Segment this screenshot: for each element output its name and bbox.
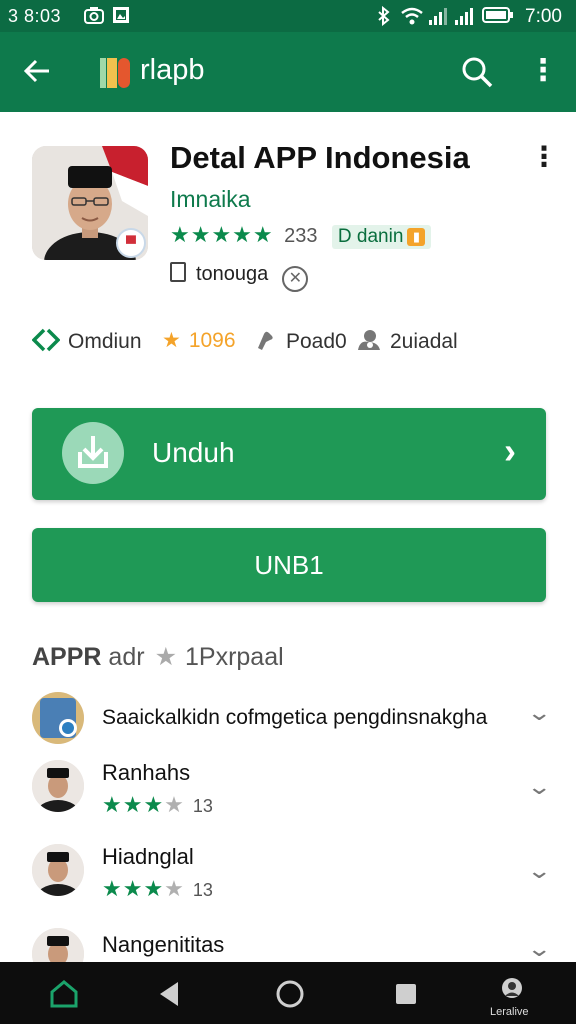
diamond-arrows-icon (31, 328, 61, 354)
stat-3-label: Poad0 (286, 330, 347, 353)
reviews-header-mid: adr (108, 643, 145, 671)
stat-rating-value: 1096 (188, 329, 236, 352)
close-circle-icon[interactable]: ✕ (282, 266, 309, 292)
app-title: Detal APP Indonesia (170, 140, 470, 175)
chip-label: danin (356, 226, 404, 247)
avatar (32, 928, 84, 962)
chevron-down-icon[interactable]: ⌄ (526, 936, 548, 962)
reviews-header-tail: 1Pxrpaal (184, 643, 284, 671)
photo-icon (112, 6, 130, 29)
avatar (32, 692, 84, 744)
developer-name[interactable]: Imnaika (170, 186, 251, 213)
app-options-icon[interactable]: ⋮ (530, 142, 558, 178)
review-item[interactable]: Saaickalkidn cofmgetica pengdinsnakgha ⌄ (32, 692, 552, 762)
chip-prefix: D (337, 226, 352, 247)
star-rating-icon: ★★★★ (102, 876, 185, 901)
bluetooth-icon (376, 5, 392, 31)
home-icon[interactable] (46, 976, 82, 1012)
back-triangle-icon[interactable] (152, 976, 188, 1012)
meta-row: tonouga ✕ (170, 262, 309, 292)
home-circle-icon[interactable] (272, 976, 308, 1012)
reviewer-name: Nangenititas (102, 932, 225, 957)
puzzle-icon (254, 328, 278, 354)
wifi-icon (400, 6, 424, 31)
app-icon: ▀ (32, 146, 148, 260)
stat-3: Poad0 (254, 328, 347, 354)
chevron-down-icon[interactable]: ⌄ (526, 700, 552, 726)
brand-name: rlapb (140, 54, 205, 86)
chevron-right-icon: › (504, 430, 516, 471)
stat-downloads: Omdiun (31, 328, 142, 354)
download-icon (62, 422, 124, 484)
recents-square-icon[interactable] (388, 976, 424, 1012)
camera-icon (84, 6, 104, 29)
status-time-left: 3 8:03 (8, 6, 62, 26)
stat-downloads-label: Omdiun (68, 330, 142, 353)
back-arrow-icon[interactable] (22, 50, 58, 90)
signal-icon (454, 6, 474, 31)
category-chip[interactable]: D danin ▮ (331, 225, 432, 249)
stat-4: 2uiadal (356, 328, 458, 354)
stat-4-label: 2uiadal (390, 330, 458, 353)
avatar (32, 844, 84, 896)
download-button-label: Unduh (152, 437, 235, 468)
review-text: Saaickalkidn cofmgetica pengdinsnakgha (102, 706, 488, 729)
rating-row: ★★★★★ 233 D danin ▮ (170, 222, 432, 250)
app-bar: rlapb ⋮ (0, 32, 576, 112)
reviewer-name: Ranhahs (102, 760, 191, 785)
status-bar: 3 8:03 7:00 (0, 0, 576, 32)
person-bubble-icon (356, 328, 382, 354)
system-nav-bar: Leralive (0, 962, 576, 1024)
document-icon (170, 262, 186, 282)
reviews-header: APPR adr ★ 1Pxrpaal (32, 642, 284, 672)
star-outline-icon: ★ (154, 643, 177, 671)
signal-icon (428, 6, 448, 31)
secondary-button[interactable]: UNB1 (32, 528, 546, 602)
chip-tag-icon: ▮ (407, 228, 426, 246)
meta-label: tonouga (196, 263, 269, 285)
download-button[interactable]: Unduh › (32, 408, 546, 500)
star-rating-icon: ★★★★ (102, 792, 185, 817)
stat-rating: ★ 1096 (162, 328, 236, 353)
rating-stars-icon: ★★★★★ (170, 222, 274, 247)
reviews-header-title: APPR (32, 643, 102, 671)
review-stars: ★★★★ 13 (102, 792, 213, 818)
battery-icon (482, 6, 514, 29)
profile-label: Leralive (490, 1006, 529, 1018)
app-badge-icon: ▀ (116, 228, 146, 258)
status-time-right: 7:00 (525, 6, 562, 27)
review-item[interactable]: Hiadnglal ★★★★ 13 ⌄ (32, 844, 552, 914)
star-icon: ★ (162, 329, 181, 352)
review-count: 13 (192, 796, 213, 816)
rating-count: 233 (284, 225, 318, 247)
stats-row: Omdiun ★ 1096 Poad0 2uiadal (31, 328, 552, 360)
avatar (32, 760, 84, 812)
review-count: 13 (192, 880, 213, 900)
review-item[interactable]: Ranhahs ★★★★ 13 ⌄ (32, 760, 552, 830)
reviewer-name: Hiadnglal (102, 844, 194, 869)
brand-logo-icon (98, 56, 132, 90)
chevron-down-icon[interactable]: ⌄ (526, 774, 552, 800)
search-icon[interactable] (460, 52, 500, 92)
review-item[interactable]: Nangenititas ⌄ (32, 928, 548, 962)
app-detail-content: ▀ Detal APP Indonesia ⋮ Imnaika ★★★★★ 23… (10, 112, 566, 962)
review-stars: ★★★★ 13 (102, 876, 213, 902)
more-vert-icon[interactable]: ⋮ (528, 52, 558, 92)
chevron-down-icon[interactable]: ⌄ (526, 858, 552, 884)
